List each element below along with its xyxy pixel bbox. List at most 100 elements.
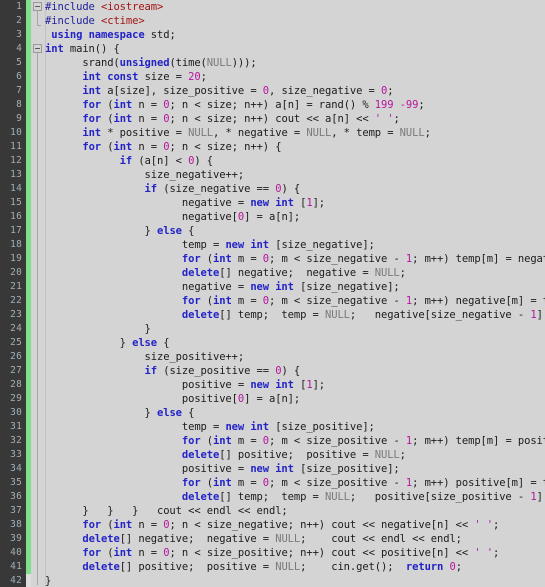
code-token: delete [82, 533, 120, 545]
code-token: ] = a[n]; [536, 491, 543, 503]
code-token: n = [132, 99, 164, 111]
code-line[interactable]: srand(unsigned(time(NULL))); [45, 56, 545, 70]
code-line[interactable]: int a[size], size_positive = 0, size_neg… [45, 84, 545, 98]
code-line[interactable]: delete[] temp; temp = NULL; negative[siz… [45, 308, 545, 322]
line-number: 38 [10, 519, 22, 530]
code-token: n = [132, 519, 164, 531]
code-line[interactable]: for (int m = 0; m < size_positive - 1; m… [45, 476, 545, 490]
code-line[interactable]: delete[] positive; positive = NULL; [45, 448, 545, 462]
code-token: [size_positive]; [293, 463, 400, 475]
code-token: ; [424, 127, 431, 139]
code-token: [] negative; negative = [119, 533, 276, 545]
code-line[interactable]: delete[] positive; positive = NULL; cin.… [45, 560, 545, 574]
code-surface[interactable]: #include <iostream> #include <ctime> usin… [45, 0, 545, 587]
fold-toggle-icon[interactable] [33, 44, 42, 53]
line-number: 37 [10, 505, 22, 516]
code-token: ; negative[size_negative - [349, 309, 531, 321]
code-line[interactable]: int main() { [45, 42, 545, 56]
code-token: for [181, 477, 201, 489]
code-token: [] negative; negative = [219, 267, 375, 279]
code-token: ; [387, 85, 394, 97]
line-number: 7 [16, 85, 22, 96]
code-line[interactable]: if (size_negative == 0) { [45, 182, 545, 196]
code-token: ; m++) negative[m] = temp[m]; [412, 295, 545, 307]
code-editor[interactable]: 1 2 3 4 5 6 7 8 9 10 11 12 13 14 15 16 17 18 19 20 21 22 23 24 2… [0, 0, 545, 587]
code-line[interactable]: } else { [45, 336, 545, 350]
fold-toggle-icon[interactable] [33, 2, 42, 11]
code-line[interactable]: } [45, 322, 545, 336]
code-line[interactable]: } else { [45, 406, 545, 420]
code-token: new int [250, 281, 294, 293]
code-token: negative = [45, 197, 251, 209]
line-number: 14 [10, 183, 22, 194]
line-number: 34 [10, 463, 22, 474]
code-line[interactable]: for (int n = 0; n < size; n++) { [45, 140, 545, 154]
code-line[interactable]: positive[0] = a[n]; [45, 392, 545, 406]
fold-region-end-tick [37, 25, 41, 26]
code-line[interactable]: delete[] negative; negative = NULL; [45, 266, 545, 280]
line-number: 24 [10, 323, 22, 334]
code-line[interactable]: for (int m = 0; m < size_positive - 1; m… [45, 434, 545, 448]
code-token: ; n < size; n++) cout << a[n] << [169, 113, 375, 125]
code-line[interactable]: if (size_positive == 0) { [45, 364, 545, 378]
code-token: ; m < size_negative - [269, 253, 406, 265]
code-line[interactable]: } } } cout << endl << endl; [45, 504, 545, 518]
code-line[interactable]: negative[0] = a[n]; [45, 210, 545, 224]
code-line[interactable]: int * positive = NULL, * negative = NULL… [45, 126, 545, 140]
code-token: ] = a[n]; [244, 211, 301, 223]
code-line[interactable]: #include <ctime> [45, 14, 545, 28]
code-line[interactable]: size_negative++; [45, 168, 545, 182]
code-line[interactable]: #include <iostream> [45, 0, 545, 14]
code-line[interactable]: negative = new int [1]; [45, 196, 545, 210]
code-line[interactable]: } [45, 574, 545, 587]
code-token: ( [101, 519, 114, 531]
code-line[interactable]: for (int m = 0; m < size_negative - 1; m… [45, 252, 545, 266]
line-number: 16 [10, 211, 22, 222]
code-line[interactable]: positive = new int [size_positive]; [45, 462, 545, 476]
code-line[interactable]: size_positive++; [45, 350, 545, 364]
code-line[interactable]: for (int m = 0; m < size_negative - 1; m… [45, 294, 545, 308]
line-number: 39 [10, 533, 22, 544]
code-token: ) { [281, 365, 301, 377]
code-token: main() { [63, 43, 120, 55]
code-token: [ [293, 197, 307, 209]
code-line[interactable]: using namespace std; [45, 28, 545, 42]
code-token: size_negative++; [45, 169, 245, 181]
code-token: [] temp; temp = [219, 491, 325, 503]
code-line[interactable]: if (a[n] < 0) { [45, 154, 545, 168]
line-number: 30 [10, 407, 22, 418]
code-line[interactable]: positive = new int [1]; [45, 378, 545, 392]
code-token: ; m < size_positive - [269, 477, 406, 489]
code-token: ; [393, 113, 400, 125]
fold-margin[interactable] [31, 0, 45, 587]
code-token: unsigned [119, 57, 170, 69]
line-number: 26 [10, 351, 22, 362]
code-token: <iostream> [101, 1, 164, 13]
code-line[interactable]: int const size = 20; [45, 70, 545, 84]
code-line[interactable]: for (int n = 0; n < size_positive; n++) … [45, 546, 545, 560]
code-line[interactable]: delete[] temp; temp = NULL; positive[siz… [45, 490, 545, 504]
code-line[interactable]: } else { [45, 224, 545, 238]
code-token: NULL [399, 127, 425, 139]
code-line[interactable]: temp = new int [size_positive]; [45, 420, 545, 434]
code-token: (size_positive == [157, 365, 276, 377]
code-line[interactable]: for (int n = 0; n < size_negative; n++) … [45, 518, 545, 532]
code-line[interactable]: delete[] negative; negative = NULL; cout… [45, 532, 545, 546]
code-line[interactable]: negative = new int [size_negative]; [45, 280, 545, 294]
code-line[interactable]: for (int n = 0; n < size; n++) cout << a… [45, 112, 545, 126]
code-line[interactable]: for (int n = 0; n < size; n++) a[n] = ra… [45, 98, 545, 112]
line-number: 15 [10, 197, 22, 208]
code-token: size = [138, 71, 189, 83]
code-token: 20 [188, 71, 201, 83]
line-number: 1 [16, 1, 22, 12]
code-token: delete [181, 309, 220, 321]
code-token: [] temp; temp = [219, 309, 325, 321]
code-line[interactable]: temp = new int [size_negative]; [45, 238, 545, 252]
code-lines[interactable]: #include <iostream> #include <ctime> usin… [45, 0, 545, 587]
code-token: ; n < size_negative; n++) cout << negati… [169, 519, 475, 531]
